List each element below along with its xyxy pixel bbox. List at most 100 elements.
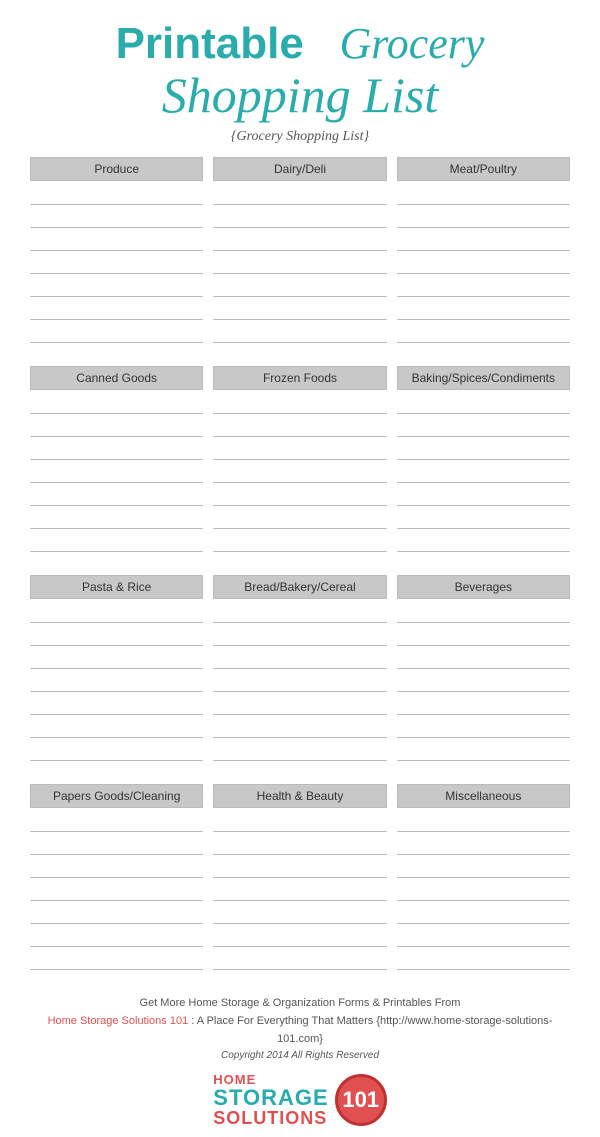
section-row1: Produce Dairy/Deli Meat/Poultry xyxy=(30,157,570,358)
line-row xyxy=(30,183,203,205)
category-pasta-rice: Pasta & Rice xyxy=(30,575,203,762)
line-row xyxy=(213,879,386,901)
line-row xyxy=(213,461,386,483)
line-row xyxy=(30,716,203,738)
line-row xyxy=(30,530,203,552)
line-row xyxy=(397,438,570,460)
line-row xyxy=(30,624,203,646)
footer-link-desc: : A Place For Everything That Matters {h… xyxy=(191,1015,552,1045)
line-row xyxy=(30,229,203,251)
title-grocery: Grocery xyxy=(339,19,484,68)
line-row xyxy=(30,948,203,970)
subtitle: {Grocery Shopping List} xyxy=(30,129,570,145)
line-row xyxy=(213,810,386,832)
line-row xyxy=(213,693,386,715)
line-row xyxy=(397,879,570,901)
footer-link[interactable]: Home Storage Solutions 101 xyxy=(48,1015,192,1027)
line-row xyxy=(397,183,570,205)
category-beverages: Beverages xyxy=(397,575,570,762)
line-row xyxy=(397,461,570,483)
line-row xyxy=(213,252,386,274)
brand-solutions-label: Solutions xyxy=(213,1109,327,1127)
line-row xyxy=(213,206,386,228)
line-row xyxy=(213,275,386,297)
line-row xyxy=(397,948,570,970)
line-row xyxy=(30,415,203,437)
category-header-pasta-rice: Pasta & Rice xyxy=(30,575,203,599)
line-row xyxy=(213,902,386,924)
line-row xyxy=(397,670,570,692)
line-row xyxy=(213,739,386,761)
line-row xyxy=(30,670,203,692)
line-row xyxy=(213,229,386,251)
line-row xyxy=(30,275,203,297)
title-printable: Printable xyxy=(116,19,304,68)
line-row xyxy=(213,925,386,947)
category-header-frozen-foods: Frozen Foods xyxy=(213,366,386,390)
line-row xyxy=(30,298,203,320)
line-row xyxy=(30,252,203,274)
category-header-dairy-deli: Dairy/Deli xyxy=(213,157,386,181)
line-row xyxy=(213,530,386,552)
footer-link-text: Home Storage Solutions 101 xyxy=(48,1015,189,1027)
line-row xyxy=(213,298,386,320)
section-row2: Canned Goods Frozen Foods Baking/Spices/… xyxy=(30,366,570,567)
footer-link-line: Home Storage Solutions 101 : A Place For… xyxy=(30,1013,570,1048)
line-row xyxy=(397,321,570,343)
line-row xyxy=(30,484,203,506)
line-row xyxy=(397,415,570,437)
brand-footer: Home Storage Solutions 101 xyxy=(30,1072,570,1127)
brand-storage-label: Storage xyxy=(213,1087,328,1109)
line-row xyxy=(30,438,203,460)
line-row xyxy=(397,507,570,529)
category-canned-goods: Canned Goods xyxy=(30,366,203,553)
category-dairy-deli: Dairy/Deli xyxy=(213,157,386,344)
line-row xyxy=(30,879,203,901)
line-row xyxy=(30,810,203,832)
category-header-canned-goods: Canned Goods xyxy=(30,366,203,390)
category-header-baking-spices: Baking/Spices/Condiments xyxy=(397,366,570,390)
category-header-produce: Produce xyxy=(30,157,203,181)
category-frozen-foods: Frozen Foods xyxy=(213,366,386,553)
line-row xyxy=(397,275,570,297)
line-row xyxy=(30,507,203,529)
line-row xyxy=(30,902,203,924)
line-row xyxy=(397,298,570,320)
category-header-meat-poultry: Meat/Poultry xyxy=(397,157,570,181)
line-row xyxy=(30,856,203,878)
line-row xyxy=(397,810,570,832)
line-row xyxy=(397,716,570,738)
line-row xyxy=(213,624,386,646)
category-meat-poultry: Meat/Poultry xyxy=(397,157,570,344)
line-row xyxy=(213,948,386,970)
line-row xyxy=(213,647,386,669)
category-health-beauty: Health & Beauty xyxy=(213,784,386,971)
line-row xyxy=(397,739,570,761)
line-row xyxy=(30,206,203,228)
category-miscellaneous: Miscellaneous xyxy=(397,784,570,971)
line-row xyxy=(213,507,386,529)
line-row xyxy=(397,206,570,228)
footer: Get More Home Storage & Organization For… xyxy=(30,995,570,1064)
line-row xyxy=(213,601,386,623)
category-bread-bakery: Bread/Bakery/Cereal xyxy=(213,575,386,762)
line-row xyxy=(397,252,570,274)
category-produce: Produce xyxy=(30,157,203,344)
line-row xyxy=(213,833,386,855)
line-row xyxy=(213,392,386,414)
line-row xyxy=(397,647,570,669)
section-row4: Papers Goods/Cleaning Health & Beauty Mi… xyxy=(30,784,570,985)
footer-promo-text: Get More Home Storage & Organization For… xyxy=(30,995,570,1013)
category-baking-spices: Baking/Spices/Condiments xyxy=(397,366,570,553)
header: Printable Grocery Shopping List {Grocery… xyxy=(30,20,570,145)
line-row xyxy=(30,647,203,669)
category-header-health-beauty: Health & Beauty xyxy=(213,784,386,808)
line-row xyxy=(397,693,570,715)
line-row xyxy=(397,601,570,623)
line-row xyxy=(30,392,203,414)
line-row xyxy=(213,856,386,878)
line-row xyxy=(397,902,570,924)
line-row xyxy=(397,392,570,414)
footer-copyright: Copyright 2014 All Rights Reserved xyxy=(30,1048,570,1064)
page: Printable Grocery Shopping List {Grocery… xyxy=(0,0,600,1137)
